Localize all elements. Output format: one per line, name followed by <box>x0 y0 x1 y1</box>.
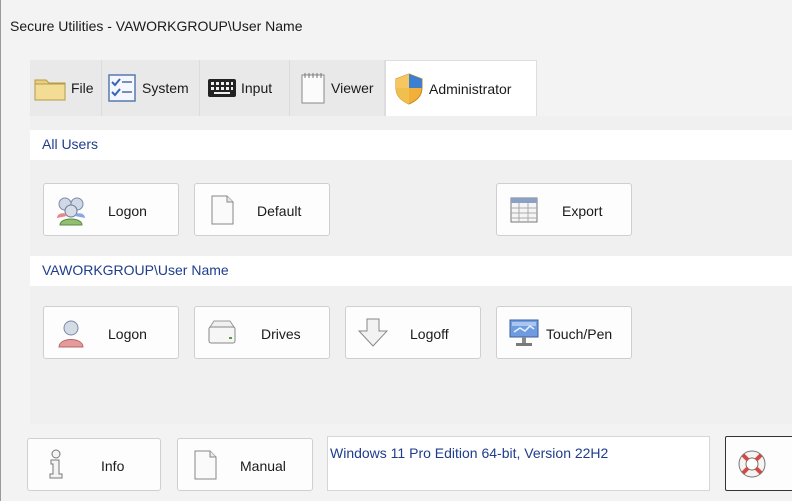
info-label: Info <box>101 458 125 474</box>
user-drives-label: Drives <box>261 326 301 342</box>
all-users-title: All Users <box>42 136 99 152</box>
tab-input[interactable]: Input <box>200 60 290 116</box>
tab-input-label: Input <box>241 80 273 96</box>
user-touch-pen-label: Touch/Pen <box>546 326 613 342</box>
window-title: Secure Utilities - VAWORKGROUP\User Name <box>10 18 303 34</box>
blank-document-icon <box>211 195 234 225</box>
user-logoff-button[interactable]: Logoff <box>345 306 481 359</box>
app-window: Secure Utilities - VAWORKGROUP\User Name… <box>0 0 792 501</box>
user-icon <box>58 320 84 348</box>
tab-administrator[interactable]: Administrator <box>385 60 537 117</box>
drive-icon <box>208 320 236 344</box>
down-arrow-icon <box>357 318 389 347</box>
lifebuoy-icon <box>738 450 766 478</box>
bottom-bar: Info Manual Windows 11 Pro Edition 64-bi… <box>1 424 792 501</box>
checklist-icon <box>108 74 136 102</box>
all-users-export-label: Export <box>562 203 603 219</box>
notepad-icon <box>301 73 325 104</box>
folder-icon <box>34 79 66 101</box>
tab-file-label: File <box>71 80 94 96</box>
tab-viewer-label: Viewer <box>331 80 374 96</box>
help-button[interactable] <box>725 436 792 491</box>
os-info-box: Windows 11 Pro Edition 64-bit, Version 2… <box>327 436 710 491</box>
manual-button[interactable]: Manual <box>177 438 313 491</box>
manual-label: Manual <box>240 458 286 474</box>
title-bar[interactable]: Secure Utilities - VAWORKGROUP\User Name <box>1 0 792 52</box>
current-user-header: VAWORKGROUP\User Name <box>30 256 792 286</box>
user-logon-label: Logon <box>108 326 147 342</box>
info-button[interactable]: Info <box>27 438 161 491</box>
user-touch-pen-button[interactable]: Touch/Pen <box>496 306 632 359</box>
keyboard-icon <box>208 79 236 97</box>
all-users-header: All Users <box>30 130 792 160</box>
all-users-export-button[interactable]: Export <box>496 183 632 236</box>
manual-document-icon <box>194 450 217 480</box>
user-drives-button[interactable]: Drives <box>194 306 330 359</box>
user-logoff-label: Logoff <box>410 326 449 342</box>
all-users-default-label: Default <box>257 203 302 219</box>
tab-system-label: System <box>142 80 189 96</box>
user-logon-button[interactable]: Logon <box>43 306 179 359</box>
users-group-icon <box>57 197 85 226</box>
shield-icon <box>395 73 423 105</box>
tab-system[interactable]: System <box>102 60 200 116</box>
all-users-logon-button[interactable]: Logon <box>43 183 179 236</box>
current-user-title: VAWORKGROUP\User Name <box>42 262 229 278</box>
all-users-logon-label: Logon <box>108 203 147 219</box>
administrator-panel: All Users Logon Default Export VAWORKGRO… <box>30 116 792 424</box>
os-info-text: Windows 11 Pro Edition 64-bit, Version 2… <box>330 445 609 461</box>
tab-file[interactable]: File <box>30 60 102 116</box>
info-icon <box>49 449 63 479</box>
tab-strip: File System Input Viewer Administrator <box>1 60 792 117</box>
tab-viewer[interactable]: Viewer <box>290 60 385 116</box>
table-icon <box>510 197 538 223</box>
touch-screen-icon <box>509 319 539 346</box>
all-users-default-button[interactable]: Default <box>194 183 330 236</box>
tab-administrator-label: Administrator <box>429 81 512 97</box>
